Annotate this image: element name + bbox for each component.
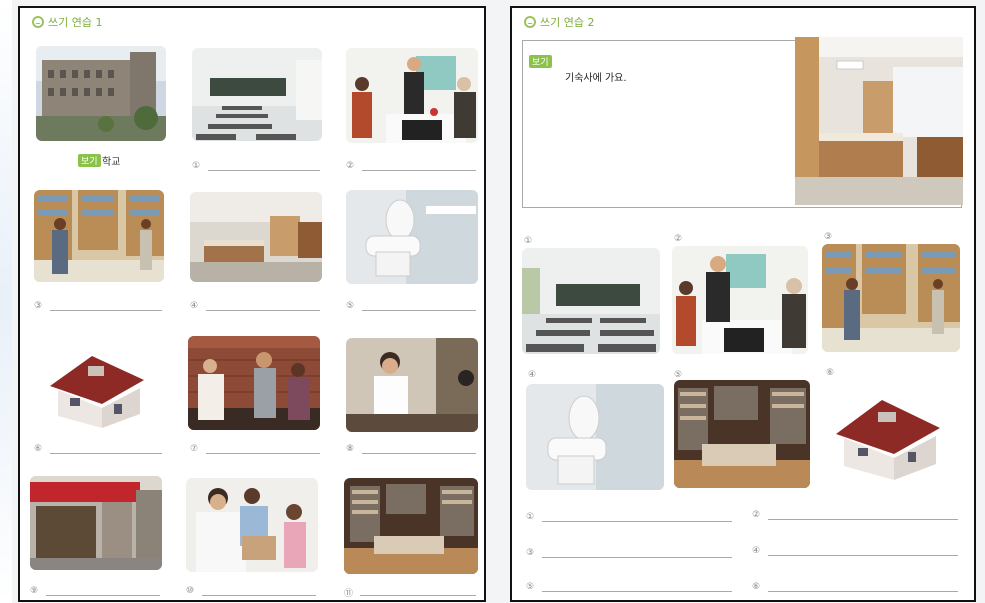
photo-library <box>822 244 960 352</box>
example-tag: 보기 <box>78 154 101 167</box>
picture-number-3: ③ <box>824 232 833 242</box>
left-margin-strip <box>0 0 12 603</box>
photo-delivery <box>186 478 318 572</box>
picture-number-4: ④ <box>528 370 537 380</box>
photo-classroom <box>522 248 660 354</box>
section-title: 쓰기 연습 2 <box>524 14 594 30</box>
answer-line-1[interactable]: ① <box>526 512 732 524</box>
photo-dorm-room-large <box>795 37 963 205</box>
section-title: 쓰기 연습 1 <box>32 14 102 30</box>
smile-icon <box>524 16 536 28</box>
answer-line-10[interactable]: ⑩ <box>186 586 316 598</box>
answer-line-3[interactable]: ③ <box>34 301 162 313</box>
photo-library <box>34 190 164 282</box>
section-title-text: 쓰기 연습 2 <box>540 16 595 29</box>
answer-line-8[interactable]: ⑧ <box>346 444 476 456</box>
photo-post-office <box>30 476 162 570</box>
worksheet-page-1: 쓰기 연습 1 보기 학교 ① ② ③ ④ ⑤ ⑥ ⑦ ⑧ ⑨ ⑩ ⑪ <box>18 6 486 602</box>
picture-number-5: ⑤ <box>674 370 683 380</box>
answer-line-2[interactable]: ② <box>346 161 476 173</box>
picture-number-6: ⑥ <box>826 368 835 378</box>
picture-number-1: ① <box>524 236 533 246</box>
example-box: 보기 기숙사에 가요. <box>522 37 963 208</box>
picture-number-2: ② <box>674 234 683 244</box>
answer-line-5[interactable]: ⑤ <box>526 582 732 594</box>
example-word: 학교 <box>102 157 121 168</box>
photo-school-building <box>36 46 166 141</box>
answer-line-9[interactable]: ⑨ <box>30 586 160 598</box>
photo-toilet <box>526 384 664 490</box>
photo-restaurant <box>672 246 808 354</box>
photo-office <box>346 338 478 432</box>
answer-line-5[interactable]: ⑤ <box>346 301 476 313</box>
photo-bookstore <box>344 478 478 574</box>
worksheet-page-2: 쓰기 연습 2 보기 기숙사에 가요. ① ② ③ ④ ⑤ ⑥ ① ② ③ ④ … <box>510 6 976 602</box>
answer-line-4[interactable]: ④ <box>752 546 958 558</box>
answer-line-11[interactable]: ⑪ <box>344 586 476 599</box>
photo-bookstore <box>674 380 810 488</box>
answer-line-6[interactable]: ⑥ <box>34 444 162 456</box>
answer-line-7[interactable]: ⑦ <box>190 444 320 456</box>
photo-restaurant <box>346 48 478 143</box>
photo-house <box>44 346 152 428</box>
answer-line-4[interactable]: ④ <box>190 301 320 313</box>
example-tag: 보기 <box>529 55 552 68</box>
smile-icon <box>32 16 44 28</box>
section-title-text: 쓰기 연습 1 <box>48 16 103 29</box>
answer-line-1[interactable]: ① <box>192 161 320 173</box>
answer-line-2[interactable]: ② <box>752 510 958 522</box>
photo-dorm-room <box>190 192 322 282</box>
photo-house <box>830 388 948 480</box>
photo-toilet <box>346 190 478 284</box>
example-sentence: 기숙사에 가요. <box>565 73 627 84</box>
photo-people-meeting <box>188 336 320 430</box>
photo-classroom <box>192 48 322 141</box>
answer-line-3[interactable]: ③ <box>526 548 732 560</box>
answer-line-6[interactable]: ⑥ <box>752 582 958 594</box>
